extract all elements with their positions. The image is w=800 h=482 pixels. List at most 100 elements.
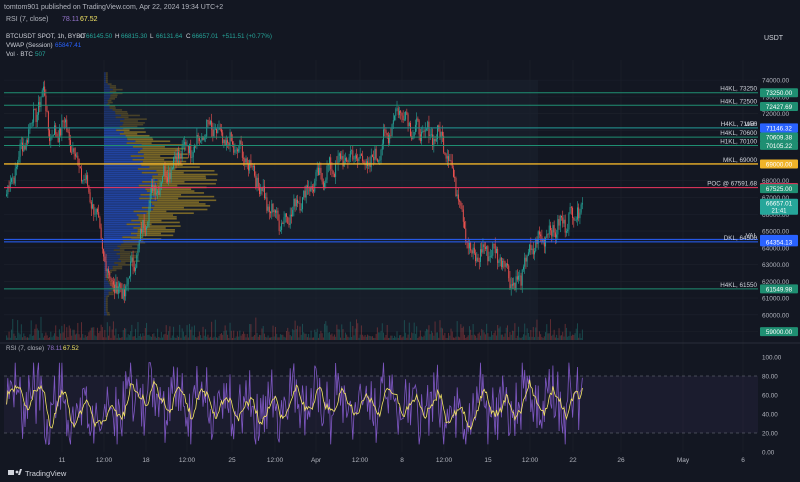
volume-bar: [437, 332, 439, 340]
candle-body: [522, 266, 524, 270]
volume-bar: [430, 330, 432, 340]
profile-bar-buy: [104, 216, 139, 218]
volume-bar: [348, 337, 350, 340]
volume-bar: [84, 335, 86, 340]
volume-bar: [515, 337, 517, 340]
candle-body: [266, 197, 268, 211]
candle-body: [529, 244, 531, 253]
candle-body: [419, 134, 421, 142]
tradingview-chart[interactable]: tomtom901 published on TradingView.com, …: [0, 0, 800, 482]
volume-bar: [287, 327, 289, 340]
close-label: C: [186, 33, 191, 40]
volume-bar: [498, 328, 500, 340]
volume-bar: [56, 336, 58, 340]
volume-bar: [299, 326, 301, 340]
profile-bar-buy: [104, 85, 110, 87]
low-value: 66131.64: [156, 33, 183, 40]
candle-body: [333, 174, 335, 177]
candle-body: [289, 214, 291, 225]
volume-bar: [177, 336, 179, 340]
profile-bar-sell: [157, 199, 217, 202]
volume-bar: [191, 326, 193, 340]
candle-body: [154, 185, 156, 195]
volume-bar: [305, 333, 307, 340]
candle-body: [462, 209, 464, 222]
time-tick-label: 22: [569, 457, 577, 464]
volume-bar: [468, 326, 470, 340]
candle-body: [95, 209, 97, 215]
candle-body: [418, 120, 420, 135]
volume-bar: [525, 335, 527, 340]
candle-body: [73, 148, 75, 154]
profile-bar-buy: [104, 140, 136, 143]
candle-body: [349, 151, 351, 158]
candle-body: [105, 261, 107, 272]
profile-bar-buy: [104, 205, 155, 207]
volume-bar: [170, 337, 172, 340]
level-label: H4KL, 70600: [720, 130, 757, 137]
candle-body: [507, 263, 508, 266]
volume-bar: [133, 336, 135, 340]
profile-bar-buy: [104, 101, 109, 104]
volume-bar: [460, 324, 462, 340]
volume-bar: [486, 323, 488, 340]
candle-body: [413, 132, 415, 137]
candle-body: [439, 129, 441, 137]
volume-bar: [186, 325, 188, 340]
volume-bar: [371, 336, 373, 340]
profile-bar-sell: [141, 206, 184, 209]
volume-bar: [565, 327, 567, 340]
volume-bar: [541, 336, 543, 340]
candle-body: [422, 130, 424, 132]
candle-body: [251, 166, 253, 168]
volume-bar: [202, 326, 204, 340]
candle-body: [375, 148, 377, 159]
volume-bar: [40, 316, 42, 340]
volume-bar: [449, 335, 451, 340]
volume-bar: [110, 337, 112, 340]
volume-bar: [422, 337, 424, 340]
volume-bar: [47, 337, 49, 340]
candle-body: [548, 225, 550, 235]
candle-body: [579, 212, 581, 219]
time-tick-label: 12:00: [522, 457, 539, 464]
profile-bar-sell: [124, 118, 147, 120]
candle-body: [236, 149, 238, 152]
volume-bar: [540, 334, 542, 340]
volume-bar: [153, 333, 155, 340]
time-tick-label: 12:00: [267, 457, 284, 464]
candle-body: [505, 263, 507, 267]
price-tick-label: 60000.00: [762, 312, 789, 319]
candle-body: [108, 269, 109, 273]
volume-bar: [122, 330, 124, 340]
volume-bar: [29, 334, 31, 340]
profile-bar-buy: [104, 195, 157, 198]
candle-body: [261, 187, 263, 191]
volume-bar: [223, 331, 225, 340]
candle-body: [486, 246, 488, 249]
candle-body: [127, 278, 129, 285]
candle-body: [139, 229, 141, 241]
close-value: 66657.01: [192, 33, 219, 40]
volume-bar: [364, 334, 366, 340]
profile-bar-buy: [104, 273, 108, 275]
volume-bar: [131, 324, 133, 340]
profile-bar-buy: [104, 197, 140, 200]
candle-body: [408, 122, 410, 127]
candle-body: [551, 230, 553, 237]
candle-body: [313, 189, 314, 192]
profile-bar-sell: [109, 107, 116, 109]
candle-body: [503, 260, 505, 262]
profile-bar-sell: [123, 131, 146, 133]
profile-bar-buy: [104, 90, 110, 93]
candle-body: [44, 86, 46, 96]
volume-bar: [547, 333, 549, 340]
volume-bar: [182, 331, 184, 340]
volume-bar: [30, 320, 32, 340]
volume-bar: [559, 335, 561, 340]
volume-bar: [470, 329, 472, 340]
candle-body: [385, 130, 387, 134]
candle-body: [135, 267, 136, 271]
volume-bar: [578, 337, 580, 340]
volume-bar: [548, 333, 550, 340]
